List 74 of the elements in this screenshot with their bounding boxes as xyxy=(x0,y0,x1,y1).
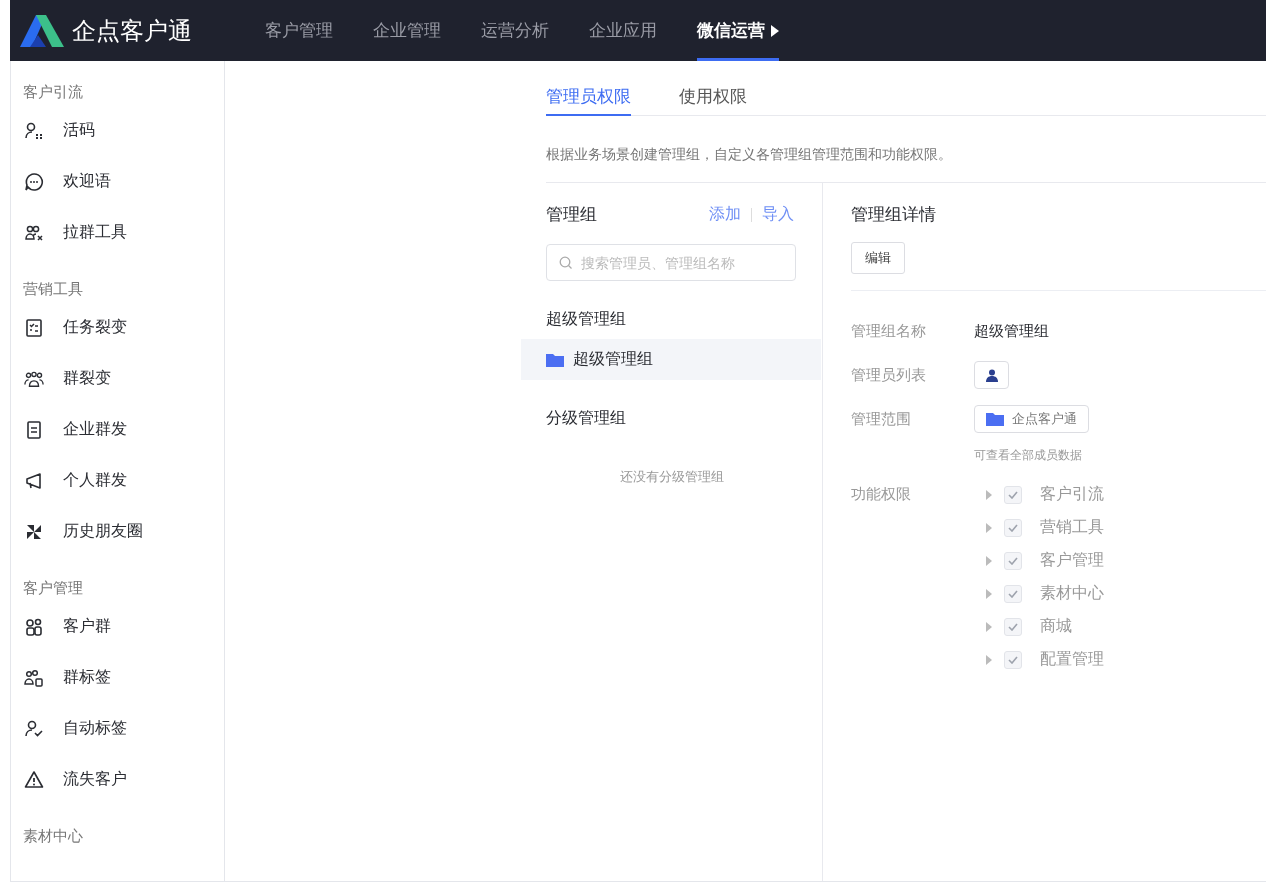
permission-label: 素材中心 xyxy=(1040,583,1104,604)
checkmark-icon xyxy=(1008,523,1018,532)
permission-label: 客户引流 xyxy=(1040,484,1104,505)
search-icon xyxy=(559,256,573,270)
logo-icon xyxy=(20,14,64,47)
sidebar-item[interactable]: 欢迎语 xyxy=(11,156,224,207)
brand-name: 企点客户通 xyxy=(72,15,192,47)
description: 根据业务场景创建管理组，自定义各管理组管理范围和功能权限。 xyxy=(546,116,1266,183)
nav-tab[interactable]: 运营分析 xyxy=(481,0,549,61)
permission-label: 客户管理 xyxy=(1040,550,1104,571)
sidebar-item[interactable]: 拉群工具 xyxy=(11,207,224,258)
expand-arrow-icon[interactable] xyxy=(986,522,992,533)
panel-title: 管理组详情 xyxy=(851,203,937,226)
edit-button[interactable]: 编辑 xyxy=(851,242,905,274)
nav-tab[interactable]: 客户管理 xyxy=(265,0,333,61)
section-title: 分级管理组 xyxy=(546,408,627,429)
field-label: 管理范围 xyxy=(851,409,912,430)
sidebar-item[interactable]: 流失客户 xyxy=(11,754,224,805)
sidebar-item[interactable]: 客户群 xyxy=(11,601,224,652)
checklist-icon xyxy=(24,317,44,338)
qr-person-icon xyxy=(24,120,44,141)
sidebar-item[interactable]: 个人群发 xyxy=(11,455,224,506)
sidebar-item[interactable]: 企业群发 xyxy=(11,404,224,455)
admin-chip[interactable] xyxy=(974,361,1009,389)
checkmark-icon xyxy=(1008,589,1018,598)
scope-chip[interactable]: 企点客户通 xyxy=(974,405,1089,433)
sidebar-section-title: 客户引流 xyxy=(22,83,84,103)
scope-hint: 可查看全部成员数据 xyxy=(974,447,1083,464)
sidebar-section-title: 客户管理 xyxy=(22,579,84,599)
chat-bubble-icon xyxy=(24,171,44,192)
sidebar-item[interactable]: 任务裂变 xyxy=(11,302,224,353)
expand-arrow-icon[interactable] xyxy=(986,555,992,566)
megaphone-icon xyxy=(24,470,44,491)
sidebar-item[interactable]: 自动标签 xyxy=(11,703,224,754)
empty-message: 还没有分级管理组 xyxy=(619,468,725,486)
folder-icon xyxy=(986,412,1004,426)
person-check-icon xyxy=(24,718,44,739)
field-label: 管理组名称 xyxy=(851,321,927,342)
field-label: 功能权限 xyxy=(851,484,912,505)
document-icon xyxy=(24,419,44,440)
tab[interactable]: 使用权限 xyxy=(679,85,747,116)
folder-icon xyxy=(546,352,564,367)
sidebar-item[interactable]: 活码 xyxy=(11,105,224,156)
permission-label: 配置管理 xyxy=(1040,649,1104,670)
caret-icon xyxy=(771,24,779,37)
checkmark-icon xyxy=(1008,556,1018,565)
permission-label: 营销工具 xyxy=(1040,517,1104,538)
panel-title: 管理组 xyxy=(546,203,597,226)
checkmark-icon xyxy=(1008,490,1018,499)
sidebar-section-title: 素材中心 xyxy=(22,827,84,847)
people-icon xyxy=(24,616,44,637)
section-title: 超级管理组 xyxy=(546,309,627,330)
expand-arrow-icon[interactable] xyxy=(986,489,992,500)
sidebar-section-title: 营销工具 xyxy=(22,280,84,300)
person-icon xyxy=(985,368,998,382)
nav-tab[interactable]: 微信运营 xyxy=(697,0,779,61)
checkmark-icon xyxy=(1008,622,1018,631)
group-list-item[interactable]: 超级管理组 xyxy=(521,339,821,380)
expand-arrow-icon[interactable] xyxy=(986,621,992,632)
sidebar-item[interactable]: 历史朋友圈 xyxy=(11,506,224,557)
nav-tab[interactable]: 企业应用 xyxy=(589,0,657,61)
sidebar-item[interactable]: 群标签 xyxy=(11,652,224,703)
field-label: 管理员列表 xyxy=(851,365,927,386)
permission-label: 商城 xyxy=(1040,616,1072,637)
expand-arrow-icon[interactable] xyxy=(986,588,992,599)
expand-arrow-icon[interactable] xyxy=(986,654,992,665)
checkmark-icon xyxy=(1008,655,1018,664)
sidebar-item[interactable]: 群裂变 xyxy=(11,353,224,404)
nav-tab[interactable]: 企业管理 xyxy=(373,0,441,61)
warning-icon xyxy=(24,769,44,790)
search-field[interactable]: 搜索管理员、管理组名称 xyxy=(546,244,796,281)
tab[interactable]: 管理员权限 xyxy=(546,85,631,116)
group-tag-icon xyxy=(24,667,44,688)
field-value: 超级管理组 xyxy=(974,321,1050,342)
